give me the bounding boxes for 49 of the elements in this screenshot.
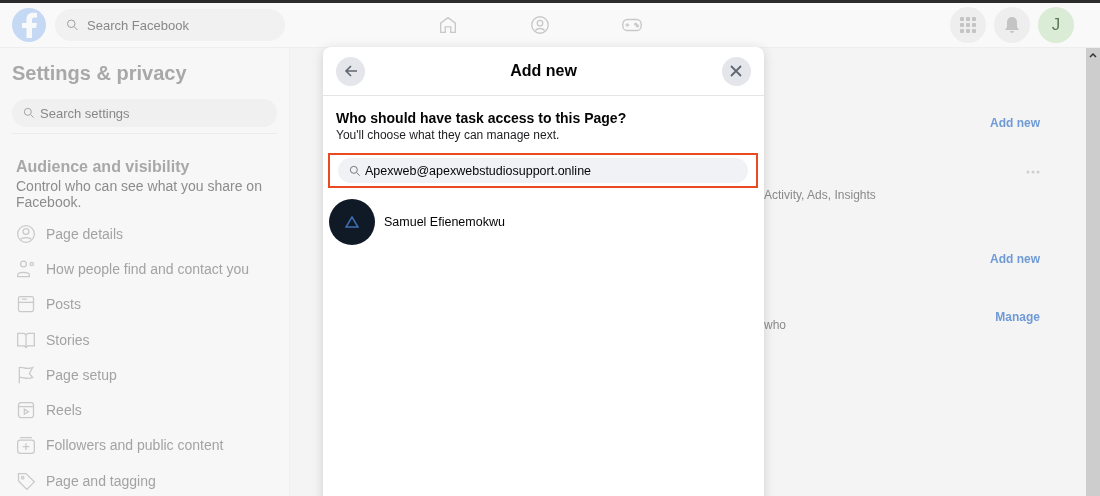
- sidebar-item[interactable]: Followers and public content: [12, 427, 277, 464]
- people-search-field[interactable]: Apexweb@apexwebstudiosupport.online: [338, 158, 748, 183]
- back-button[interactable]: [336, 56, 365, 86]
- section-title: Audience and visibility: [16, 158, 191, 176]
- sidebar-item[interactable]: How people find and contact you: [12, 251, 277, 287]
- search-result[interactable]: Samuel Efienemokwu: [329, 199, 505, 245]
- permissions-text: Activity, Ads, Insights: [764, 188, 877, 202]
- search-icon: [22, 106, 36, 120]
- sidebar-item[interactable]: Reels: [12, 392, 277, 428]
- scrollbar[interactable]: [1086, 48, 1100, 496]
- grid-icon: [960, 17, 976, 33]
- settings-title: Settings & privacy: [12, 62, 188, 85]
- box-plus-icon: [16, 435, 36, 456]
- sidebar-item[interactable]: Page and tagging: [12, 463, 277, 496]
- caret-up-icon[interactable]: [1089, 52, 1097, 58]
- friends-icon: [529, 14, 551, 36]
- question-text: Who should have task access to this Page?: [336, 110, 628, 126]
- more-icon[interactable]: [1026, 170, 1040, 174]
- description-text: who: [764, 318, 786, 332]
- sidebar-item[interactable]: Page setup: [12, 357, 277, 393]
- tag-icon: [16, 470, 36, 491]
- profile-avatar[interactable]: J: [1038, 7, 1074, 43]
- section-description: Control who can see what you share on Facebook.: [16, 178, 263, 210]
- sidebar-item[interactable]: Stories: [12, 321, 277, 358]
- search-field[interactable]: Search Facebook: [55, 9, 285, 41]
- home-icon: [437, 14, 459, 36]
- sidebar-item[interactable]: Posts: [12, 286, 277, 322]
- document-icon: [16, 294, 36, 315]
- action-link[interactable]: Manage: [995, 310, 1040, 324]
- settings-search-field[interactable]: Search settings: [12, 99, 277, 127]
- facebook-logo-icon[interactable]: [12, 8, 46, 42]
- avatar-icon: [329, 199, 375, 245]
- hint-text: You'll choose what they can manage next.: [336, 128, 561, 142]
- notifications-button[interactable]: [994, 7, 1030, 43]
- menu-grid-button[interactable]: [950, 7, 986, 43]
- back-arrow-icon: [343, 64, 358, 78]
- people-icon: [16, 258, 36, 279]
- search-icon: [65, 17, 80, 33]
- search-icon: [348, 163, 362, 178]
- sidebar-item[interactable]: Page details: [12, 216, 277, 252]
- close-button[interactable]: [722, 56, 751, 86]
- video-icon: [16, 400, 36, 421]
- flag-icon: [16, 364, 36, 385]
- person-circle-icon: [16, 223, 36, 244]
- bell-icon: [1004, 16, 1020, 34]
- dialog-title: Add new: [510, 62, 577, 80]
- action-link[interactable]: Add new: [990, 252, 1040, 266]
- close-icon: [729, 64, 744, 78]
- action-link[interactable]: Add new: [990, 116, 1040, 130]
